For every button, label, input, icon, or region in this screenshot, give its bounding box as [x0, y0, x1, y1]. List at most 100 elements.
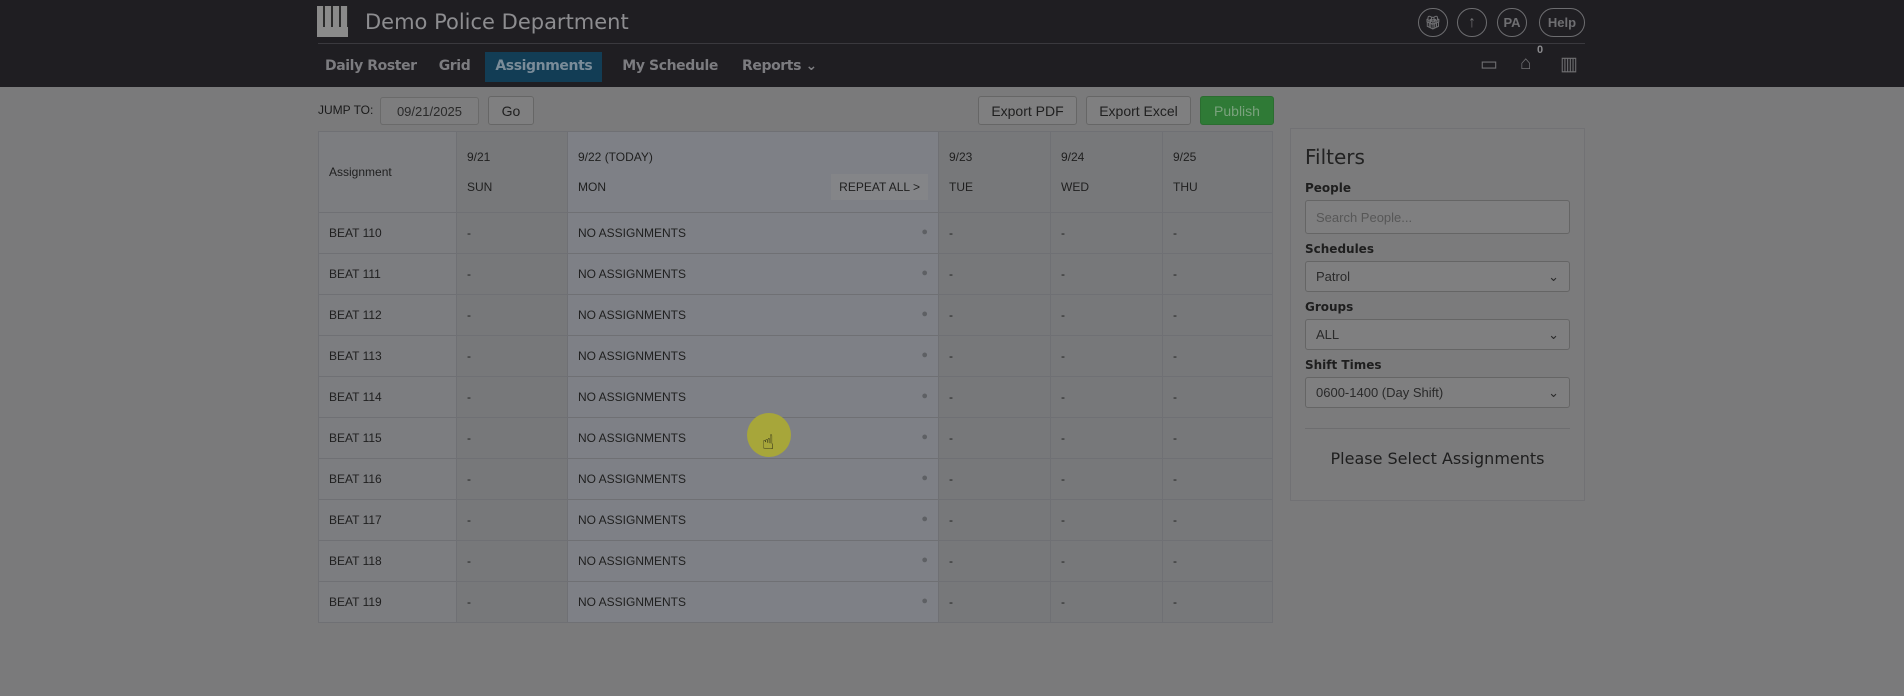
day-cell[interactable]: -: [1162, 458, 1273, 500]
day-cell[interactable]: -: [456, 376, 568, 418]
schedules-select[interactable]: Patrol ⌄: [1305, 261, 1570, 292]
comment-icon[interactable]: ●: [921, 513, 928, 525]
assignment-name: BEAT 112: [318, 294, 457, 336]
day-cell[interactable]: -: [1050, 417, 1163, 459]
gift-icon[interactable]: 🎁︎: [1418, 8, 1448, 37]
publish-button[interactable]: Publish: [1200, 96, 1274, 125]
building-icon[interactable]: ▥: [1560, 53, 1578, 76]
day-header: 9/23 TUE: [938, 131, 1051, 213]
export-pdf-button[interactable]: Export PDF: [978, 96, 1077, 125]
day-cell[interactable]: -: [1162, 417, 1273, 459]
day-cell[interactable]: -: [456, 335, 568, 377]
comment-icon[interactable]: ●: [921, 349, 928, 361]
day-cell[interactable]: -: [938, 294, 1051, 336]
day-cell[interactable]: -: [938, 212, 1051, 254]
day-cell[interactable]: -: [456, 581, 568, 623]
user-avatar-button[interactable]: PA: [1497, 8, 1527, 37]
pace-logo[interactable]: [317, 6, 348, 37]
day-cell[interactable]: -: [938, 376, 1051, 418]
today-cell[interactable]: NO ASSIGNMENTS ●: [567, 376, 939, 418]
day-cell[interactable]: -: [456, 294, 568, 336]
nav-grid[interactable]: Grid: [429, 52, 481, 82]
groups-select[interactable]: ALL ⌄: [1305, 319, 1570, 350]
inbox-icon[interactable]: ⌂: [1520, 53, 1531, 75]
chevron-down-icon: ⌄: [1548, 268, 1559, 284]
comment-icon[interactable]: ●: [921, 267, 928, 279]
today-cell[interactable]: NO ASSIGNMENTS ●: [567, 212, 939, 254]
jump-to-label: JUMP TO:: [318, 103, 374, 117]
search-people-input[interactable]: Search People...: [1305, 200, 1570, 234]
shift-times-select[interactable]: 0600-1400 (Day Shift) ⌄: [1305, 377, 1570, 408]
day-cell[interactable]: -: [1050, 540, 1163, 582]
nav-daily-roster[interactable]: Daily Roster: [315, 52, 427, 82]
day-cell[interactable]: -: [1050, 499, 1163, 541]
export-excel-button[interactable]: Export Excel: [1086, 96, 1191, 125]
day-cell[interactable]: -: [1162, 499, 1273, 541]
day-cell[interactable]: -: [1162, 294, 1273, 336]
day-header-today: 9/22 (TODAY) MON REPEAT ALL >: [567, 131, 939, 213]
day-cell[interactable]: -: [456, 253, 568, 295]
day-cell[interactable]: -: [456, 499, 568, 541]
upload-arrow-icon[interactable]: ↑: [1457, 8, 1487, 37]
today-cell[interactable]: NO ASSIGNMENTS ●: [567, 581, 939, 623]
today-cell[interactable]: NO ASSIGNMENTS ●: [567, 458, 939, 500]
day-cell[interactable]: -: [1050, 253, 1163, 295]
today-cell[interactable]: NO ASSIGNMENTS ●: [567, 540, 939, 582]
calendar-icon[interactable]: ▭: [1480, 53, 1498, 76]
jump-date-input[interactable]: 09/21/2025: [380, 97, 479, 125]
help-button[interactable]: Help: [1539, 8, 1585, 37]
assignment-name: BEAT 110: [318, 212, 457, 254]
comment-icon[interactable]: ●: [921, 308, 928, 320]
day-cell[interactable]: -: [938, 581, 1051, 623]
day-cell[interactable]: -: [938, 417, 1051, 459]
comment-icon[interactable]: ●: [921, 431, 928, 443]
day-cell[interactable]: -: [1050, 458, 1163, 500]
today-cell[interactable]: NO ASSIGNMENTS ●: [567, 335, 939, 377]
repeat-all-button[interactable]: REPEAT ALL >: [831, 174, 928, 200]
table-row: BEAT 111 - NO ASSIGNMENTS ● - - -: [318, 253, 1273, 295]
table-row: BEAT 117 - NO ASSIGNMENTS ● - - -: [318, 499, 1273, 541]
comment-icon[interactable]: ●: [921, 226, 928, 238]
comment-icon[interactable]: ●: [921, 472, 928, 484]
day-cell[interactable]: -: [938, 540, 1051, 582]
day-cell[interactable]: -: [456, 417, 568, 459]
comment-icon[interactable]: ●: [921, 554, 928, 566]
day-cell[interactable]: -: [1050, 376, 1163, 418]
day-cell[interactable]: -: [1162, 253, 1273, 295]
day-cell[interactable]: -: [1050, 294, 1163, 336]
day-cell[interactable]: -: [1050, 335, 1163, 377]
day-cell[interactable]: -: [1050, 581, 1163, 623]
day-cell[interactable]: -: [456, 540, 568, 582]
day-cell[interactable]: -: [938, 335, 1051, 377]
day-cell[interactable]: -: [1162, 335, 1273, 377]
go-button[interactable]: Go: [488, 96, 534, 125]
filters-panel: Filters People Search People... Schedule…: [1290, 128, 1585, 501]
no-assignments-text: NO ASSIGNMENTS: [578, 267, 687, 281]
day-header: 9/21 SUN: [456, 131, 568, 213]
day-cell[interactable]: -: [1050, 212, 1163, 254]
today-cell[interactable]: NO ASSIGNMENTS ●: [567, 499, 939, 541]
day-cell[interactable]: -: [1162, 581, 1273, 623]
day-cell[interactable]: -: [1162, 376, 1273, 418]
nav-assignments[interactable]: Assignments: [485, 52, 603, 82]
day-cell[interactable]: -: [456, 458, 568, 500]
today-cell[interactable]: NO ASSIGNMENTS ●: [567, 294, 939, 336]
comment-icon[interactable]: ●: [921, 390, 928, 402]
chevron-down-icon: ⌄: [1548, 326, 1559, 342]
table-row: BEAT 112 - NO ASSIGNMENTS ● - - -: [318, 294, 1273, 336]
day-cell[interactable]: -: [456, 212, 568, 254]
no-assignments-text: NO ASSIGNMENTS: [578, 390, 687, 404]
comment-icon[interactable]: ●: [921, 595, 928, 607]
day-cell[interactable]: -: [938, 499, 1051, 541]
department-title: Demo Police Department: [365, 10, 629, 34]
day-cell[interactable]: -: [938, 458, 1051, 500]
nav-my-schedule[interactable]: My Schedule: [612, 52, 728, 82]
inbox-count-badge: 0: [1537, 44, 1544, 56]
shift-times-label: Shift Times: [1305, 358, 1382, 372]
day-cell[interactable]: -: [1162, 212, 1273, 254]
today-cell[interactable]: NO ASSIGNMENTS ●: [567, 253, 939, 295]
nav-reports[interactable]: Reports ⌄: [732, 52, 827, 82]
day-cell[interactable]: -: [938, 253, 1051, 295]
day-cell[interactable]: -: [1162, 540, 1273, 582]
table-row: BEAT 113 - NO ASSIGNMENTS ● - - -: [318, 335, 1273, 377]
